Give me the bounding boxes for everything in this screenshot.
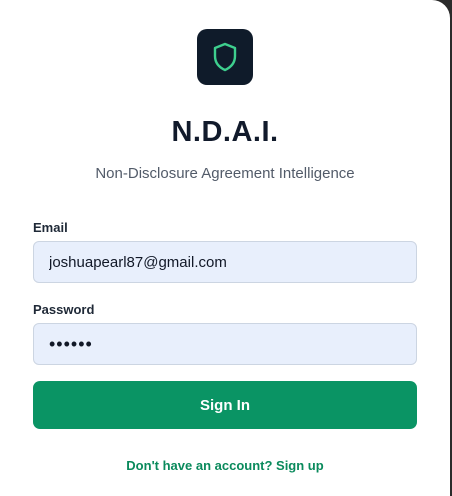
app-logo — [197, 29, 253, 85]
login-card: N.D.A.I. Non-Disclosure Agreement Intell… — [0, 0, 450, 496]
email-label: Email — [33, 220, 68, 235]
shield-icon — [213, 42, 237, 72]
password-field[interactable] — [33, 323, 417, 365]
page-subtitle: Non-Disclosure Agreement Intelligence — [95, 165, 355, 182]
page-title: N.D.A.I. — [171, 116, 279, 148]
sign-in-button[interactable]: Sign In — [33, 381, 417, 429]
email-field[interactable] — [33, 241, 417, 283]
sign-up-link[interactable]: Don't have an account? Sign up — [0, 458, 450, 473]
password-label: Password — [33, 302, 95, 317]
